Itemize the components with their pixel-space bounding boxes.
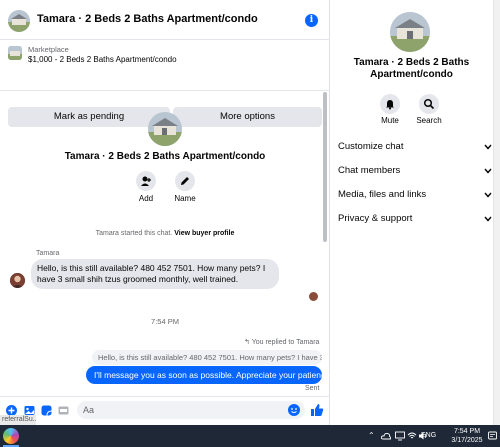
listing-thumbnail[interactable] — [8, 10, 30, 32]
mute-button[interactable] — [380, 94, 400, 114]
details-panel: Tamara · 2 Beds 2 Baths Apartment/condo … — [330, 0, 493, 425]
clock-date: 3/17/2025 — [451, 437, 483, 444]
chat-scrollbar[interactable] — [323, 92, 328, 402]
chat-started-text: Tamara started this chat. — [95, 230, 173, 237]
window-scrollbar[interactable] — [493, 0, 500, 425]
notification-icon[interactable] — [488, 431, 497, 441]
quoted-message[interactable]: Hello, is this still available? 480 452 … — [92, 350, 322, 365]
replied-label: You replied to Tamara — [251, 339, 320, 346]
seen-indicator-avatar — [309, 292, 318, 301]
composer-bar: Aa — [0, 396, 330, 425]
search-label: Search — [416, 116, 442, 125]
app-icon[interactable] — [3, 428, 19, 444]
clock-time: 7:54 PM — [453, 428, 481, 435]
chevron-down-icon — [484, 192, 492, 198]
network-icon[interactable] — [407, 431, 417, 441]
chevron-up-icon[interactable]: ⌃ — [368, 431, 375, 440]
chevron-down-icon — [484, 144, 492, 150]
marketplace-label: Marketplace — [28, 45, 69, 54]
section-label: Customize chat — [338, 141, 404, 152]
conversation-title: Tamara · 2 Beds 2 Baths Apartment/condo — [37, 13, 258, 25]
bell-icon — [386, 100, 394, 110]
outgoing-message[interactable]: I'll message you as soon as possible. Ap… — [86, 366, 330, 384]
search-button[interactable] — [419, 94, 439, 114]
mute-label: Mute — [381, 116, 399, 125]
pencil-icon — [181, 177, 189, 185]
chat-intro-thumbnail — [148, 112, 182, 146]
chat-intro-title: Tamara · 2 Beds 2 Baths Apartment/condo — [64, 151, 266, 162]
taskbar: ⌃ ENG 7:54 PM 3/17/2025 — [0, 425, 500, 447]
chat-scrollbar-thumb[interactable] — [323, 92, 327, 242]
name-button[interactable] — [175, 171, 195, 191]
gif-icon[interactable] — [58, 405, 69, 416]
details-title: Tamara · 2 Beds 2 Baths Apartment/condo — [353, 57, 470, 80]
marketplace-listing-bar: Marketplace $1,000 - 2 Beds 2 Baths Apar… — [0, 41, 330, 127]
name-label: Name — [174, 194, 196, 203]
display-icon[interactable] — [395, 431, 405, 441]
emoji-icon[interactable] — [288, 404, 300, 416]
reply-arrow-icon: ↰ — [244, 339, 250, 346]
sender-avatar[interactable] — [10, 273, 25, 288]
incoming-message[interactable]: Hello, is this still available? 480 452 … — [31, 259, 279, 289]
view-buyer-profile-link[interactable]: View buyer profile — [174, 230, 234, 237]
add-person-icon — [141, 176, 151, 186]
chevron-down-icon — [484, 216, 492, 222]
clock[interactable]: 7:54 PM 3/17/2025 — [449, 427, 485, 445]
details-thumbnail — [390, 12, 430, 52]
referral-tooltip: referralSu... — [0, 415, 36, 425]
privacy-support-section[interactable]: Privacy & support — [338, 213, 492, 224]
replied-indicator: ↰ You replied to Tamara — [244, 338, 319, 346]
chevron-down-icon — [484, 168, 492, 174]
listing-small-thumbnail[interactable] — [8, 46, 22, 60]
thumbs-up-icon[interactable] — [310, 403, 324, 417]
sender-name: Tamara — [36, 250, 60, 257]
section-label: Chat members — [338, 165, 401, 176]
more-options-button[interactable]: More options — [173, 107, 322, 127]
language-indicator[interactable]: ENG — [421, 432, 436, 439]
info-icon[interactable]: i — [305, 14, 318, 27]
search-icon — [423, 98, 435, 110]
add-button[interactable] — [136, 171, 156, 191]
section-label: Media, files and links — [338, 189, 427, 200]
customize-chat-section[interactable]: Customize chat — [338, 141, 492, 152]
add-label: Add — [138, 194, 154, 203]
cloud-icon[interactable] — [381, 431, 391, 441]
chat-members-section[interactable]: Chat members — [338, 165, 492, 176]
mark-as-pending-button[interactable]: Mark as pending — [8, 107, 170, 127]
conversation-header: Tamara · 2 Beds 2 Baths Apartment/condo … — [0, 0, 330, 40]
section-label: Privacy & support — [338, 213, 413, 224]
sent-status: Sent — [305, 385, 320, 392]
message-timestamp: 7:54 PM — [151, 317, 179, 326]
sticker-icon[interactable] — [41, 405, 52, 416]
chat-started-notice: Tamara started this chat. View buyer pro… — [0, 230, 330, 237]
conversation-pane: Tamara · 2 Beds 2 Baths Apartment/condo … — [0, 0, 330, 425]
media-files-links-section[interactable]: Media, files and links — [338, 189, 492, 200]
message-input[interactable]: Aa — [77, 401, 305, 419]
listing-description[interactable]: $1,000 - 2 Beds 2 Baths Apartment/condo — [28, 55, 177, 64]
